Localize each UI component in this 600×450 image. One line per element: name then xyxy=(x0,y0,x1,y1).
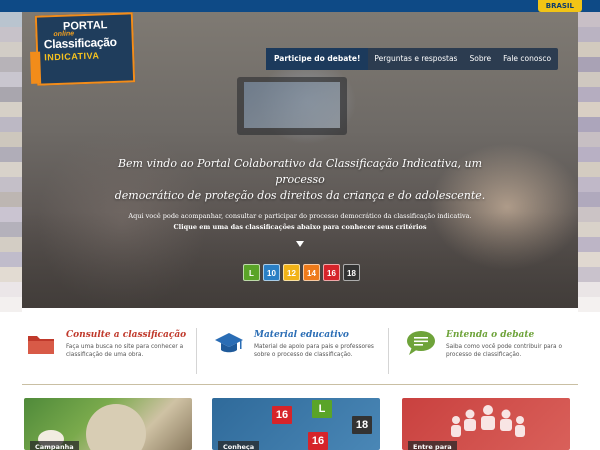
feature-debate-description: Saiba como você pode contribuir para o p… xyxy=(446,344,562,358)
rating-10-button[interactable]: 10 xyxy=(263,264,280,281)
portal-logo[interactable]: PORTAL online Classificação INDICATIVA xyxy=(30,12,136,86)
divider xyxy=(388,328,389,374)
card-campanha-label: Campanha xyxy=(30,441,79,450)
speech-bubble-icon xyxy=(407,331,435,355)
feature-material-description: Material de apoio para pais e professore… xyxy=(254,344,374,358)
feature-debate[interactable]: Entenda o debate Saiba como você pode co… xyxy=(402,318,578,378)
people-group-icon xyxy=(451,405,525,437)
card-character-illustration xyxy=(86,404,146,450)
nav-fale-conosco[interactable]: Fale conosco xyxy=(497,48,557,70)
card-campanha[interactable]: Campanha xyxy=(24,398,192,450)
nav-perguntas[interactable]: Perguntas e respostas xyxy=(368,48,463,70)
brasil-link[interactable]: BRASIL xyxy=(537,0,582,12)
feature-material-title[interactable]: Material educativo xyxy=(254,330,349,340)
logo-accent xyxy=(30,51,42,84)
logo-indicativa-text: INDICATIVA xyxy=(44,50,100,63)
section-divider xyxy=(22,384,578,385)
card-entre-para[interactable]: Entre para xyxy=(402,398,570,450)
card-conheca-label: Conheça xyxy=(218,441,260,450)
feature-consulte[interactable]: Consulte a classificação Faça uma busca … xyxy=(22,318,202,378)
main-nav: Participe do debate! Perguntas e respost… xyxy=(266,48,558,70)
rating-14-button[interactable]: 14 xyxy=(303,264,320,281)
card-conheca[interactable]: 16 L 16 18 Conheça xyxy=(212,398,380,450)
rating-16-button[interactable]: 16 xyxy=(323,264,340,281)
television-screen xyxy=(244,82,340,128)
feature-consulte-title[interactable]: Consulte a classificação xyxy=(66,330,186,340)
rating-12-button[interactable]: 12 xyxy=(283,264,300,281)
hero-call-to-action: Clique em uma das classificações abaixo … xyxy=(173,223,427,231)
graduation-cap-icon xyxy=(215,333,243,353)
card-rating-16-tile: 16 xyxy=(308,432,328,450)
welcome-line-2: democrático de proteção dos direitos da … xyxy=(114,189,486,202)
welcome-message: Bem vindo ao Portal Colaborativo da Clas… xyxy=(100,156,500,204)
nav-participe[interactable]: Participe do debate! xyxy=(266,48,369,70)
card-entre-para-label: Entre para xyxy=(408,441,457,450)
card-rating-18-tile: 18 xyxy=(352,416,372,434)
rating-18-button[interactable]: 18 xyxy=(343,264,360,281)
feature-material[interactable]: Material educativo Material de apoio par… xyxy=(210,318,390,378)
rating-l-button[interactable]: L xyxy=(243,264,260,281)
rating-buttons: L 10 12 14 16 18 xyxy=(243,264,360,281)
government-bar xyxy=(0,0,600,12)
folder-icon xyxy=(28,336,54,354)
logo-online-text: online xyxy=(53,30,75,39)
card-rating-16-tile: 16 xyxy=(272,406,292,424)
left-decorative-strip xyxy=(0,12,22,312)
welcome-line-1: Bem vindo ao Portal Colaborativo da Clas… xyxy=(117,157,483,186)
hero-subtitle: Aqui você pode acompanhar, consultar e p… xyxy=(128,212,472,220)
card-rating-l-tile: L xyxy=(312,400,332,418)
feature-consulte-description: Faça uma busca no site para conhecer a c… xyxy=(66,344,184,358)
divider xyxy=(196,328,197,374)
nav-sobre[interactable]: Sobre xyxy=(463,48,497,70)
features-row: Consulte a classificação Faça uma busca … xyxy=(22,318,578,378)
right-decorative-strip xyxy=(578,12,600,312)
feature-debate-title[interactable]: Entenda o debate xyxy=(446,330,534,340)
arrow-down-icon xyxy=(296,241,304,247)
